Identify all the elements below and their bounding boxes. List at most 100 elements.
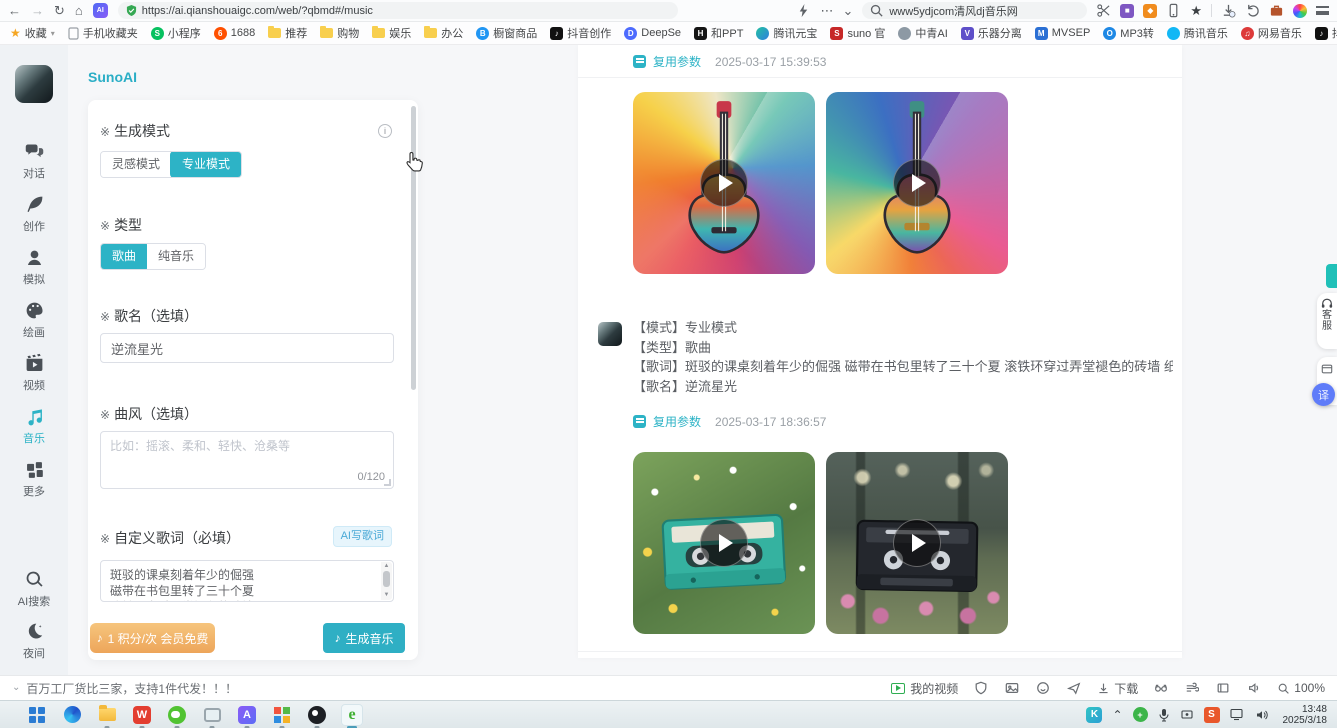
ai-write-lyrics-button[interactable]: AI写歌词 [333,526,392,547]
scissors-icon[interactable] [1096,3,1111,18]
extension-icon[interactable]: ■ [1120,4,1134,18]
panel-scrollbar-thumb[interactable] [411,106,416,390]
menu-icon[interactable] [1316,6,1329,15]
taskbar-wechat[interactable] [166,704,188,726]
bookmark-miniprogram[interactable]: S小程序 [151,25,201,41]
pin-star-icon[interactable]: ★ [1190,4,1202,17]
side-tab-handle[interactable] [1326,264,1337,288]
music-result-cover[interactable] [633,92,815,274]
shield-icon[interactable] [973,680,989,696]
bookmark-1688[interactable]: 61688 [214,27,255,40]
bookmark-deepseek[interactable]: DDeepSe [624,27,681,40]
back-icon[interactable]: ← [8,4,21,17]
bookmark-showcase[interactable]: B橱窗商品 [476,25,537,41]
textarea-scrollbar[interactable]: ▲▼ [381,562,392,600]
tray-k-app-icon[interactable]: K [1086,707,1102,723]
info-icon[interactable]: i [378,124,392,138]
play-button[interactable] [893,519,941,567]
bookmark-douyin-music[interactable]: ♪抖音音乐 [1315,25,1337,41]
lyrics-textarea[interactable]: 斑驳的课桌刻着年少的倔强 磁带在书包里转了三十个夏 滚铁环穿过弄堂褪色的砖墙▲▼ [100,560,394,602]
bookmark-folder-entertainment[interactable]: 娱乐 [372,25,411,41]
send-icon[interactable] [1066,680,1082,696]
sogou-icon[interactable]: S [1204,707,1220,723]
chevron-down-icon[interactable]: ⌄ [842,4,853,17]
song-name-input[interactable] [100,333,394,363]
sidebar-item-create[interactable]: 创作 [4,194,64,234]
collapse-chevron-icon[interactable]: ⌄ [12,683,20,693]
screenshot-icon[interactable] [1004,680,1020,696]
refresh-icon[interactable]: ↻ [54,4,65,17]
taskbar-browser-active[interactable]: e [341,704,363,726]
download-button[interactable]: 下载 [1097,680,1138,697]
speed-mode-icon[interactable] [1184,680,1200,696]
taskbar-colorful-app[interactable] [271,704,293,726]
taskbar-explorer[interactable] [96,704,118,726]
theme-wheel-icon[interactable] [1293,4,1307,18]
tray-360-icon[interactable]: + [1133,707,1148,722]
lightning-icon[interactable] [796,3,811,18]
speaker-icon[interactable] [1246,680,1262,696]
resize-handle-icon[interactable] [384,479,391,486]
bookmark-mp3[interactable]: OMP3转 [1103,25,1154,41]
taskbar-edge[interactable] [61,704,83,726]
bookmark-suno[interactable]: Ssuno 官 [830,25,885,41]
music-result-cover[interactable] [826,452,1008,634]
briefcase-icon[interactable] [1269,3,1284,18]
bookmark-tencent-music[interactable]: 腾讯音乐 [1167,25,1228,41]
taskbar-obs[interactable] [306,704,328,726]
music-result-cover[interactable] [826,92,1008,274]
sidebar-item-ai-search[interactable]: AI搜索 [4,569,64,609]
style-textarea[interactable]: 比如：摇滚、柔和、轻快、沧桑等 0/120 [100,431,394,489]
bookmark-folder-recommend[interactable]: 推荐 [268,25,307,41]
volume-icon[interactable] [1255,709,1269,721]
taskbar-snip[interactable] [201,704,223,726]
bookmark-yuanbao[interactable]: 腾讯元宝 [756,25,817,41]
bookmark-stem-split[interactable]: V乐器分离 [961,25,1022,41]
sidebar-item-chat[interactable]: 对话 [4,141,64,181]
network-monitor-icon[interactable] [1230,708,1245,721]
more-dots-icon[interactable]: ⋯ [820,4,833,17]
download-manager-icon[interactable] [1221,3,1236,18]
taskbar-wps[interactable]: W [131,704,153,726]
sidebar-item-painting[interactable]: 绘画 [4,300,64,340]
customer-service-widget[interactable]: 客服 [1317,293,1337,349]
play-button[interactable] [700,159,748,207]
generate-music-button[interactable]: ♪生成音乐 [323,623,405,653]
credits-cost-button[interactable]: ♪1 积分/次 会员免费 [90,623,215,653]
browser-search-box[interactable]: www5ydjcom清风dj音乐网 [862,2,1087,19]
bookmark-folder-shopping[interactable]: 购物 [320,25,359,41]
bookmark-folder-office[interactable]: 办公 [424,25,463,41]
taskbar-app-a[interactable]: A [236,704,258,726]
music-result-cover[interactable] [633,452,815,634]
user-avatar[interactable] [15,65,53,103]
split-window-icon[interactable] [1215,680,1231,696]
bookmark-douyin-creator[interactable]: ♪抖音创作 [550,25,611,41]
scroll-up-icon[interactable]: ▲ [381,562,392,571]
type-instrumental-button[interactable]: 纯音乐 [147,244,205,269]
microphone-icon[interactable] [1158,708,1170,722]
taskbar-clock[interactable]: 13:48 2025/3/18 [1283,704,1328,726]
bookmark-favorites[interactable]: ★收藏▾ [10,25,55,41]
scrollbar-thumb[interactable] [383,571,390,587]
mode-inspiration-button[interactable]: 灵感模式 [101,152,171,177]
play-button[interactable] [700,519,748,567]
scroll-down-icon[interactable]: ▼ [381,591,392,600]
sidebar-item-music[interactable]: 音乐 [4,406,64,446]
my-video-button[interactable]: 我的视频 [891,680,958,697]
remote-device-icon[interactable] [1180,709,1194,721]
bookmark-mvsep[interactable]: MMVSEP [1035,27,1091,40]
address-bar[interactable]: https://ai.qianshouaigc.com/web/?qbmd#/m… [118,2,678,19]
phone-icon[interactable] [1166,3,1181,18]
start-button[interactable] [26,704,48,726]
reuse-params-button[interactable]: 复用参数 [653,53,701,70]
type-song-button[interactable]: 歌曲 [100,243,148,270]
bookmark-hppt[interactable]: H和PPT [694,25,743,41]
home-icon[interactable]: ⌂ [75,4,83,17]
sidebar-item-more[interactable]: 更多 [4,459,64,499]
sidebar-item-simulate[interactable]: 模拟 [4,247,64,287]
sidebar-item-night-mode[interactable]: 夜间 [4,621,64,661]
page-zoom-control[interactable]: 100% [1277,681,1325,695]
emoji-icon[interactable] [1035,680,1051,696]
forward-icon[interactable]: → [31,4,44,17]
bookmark-zhongqing-ai[interactable]: 中青AI [898,25,947,41]
